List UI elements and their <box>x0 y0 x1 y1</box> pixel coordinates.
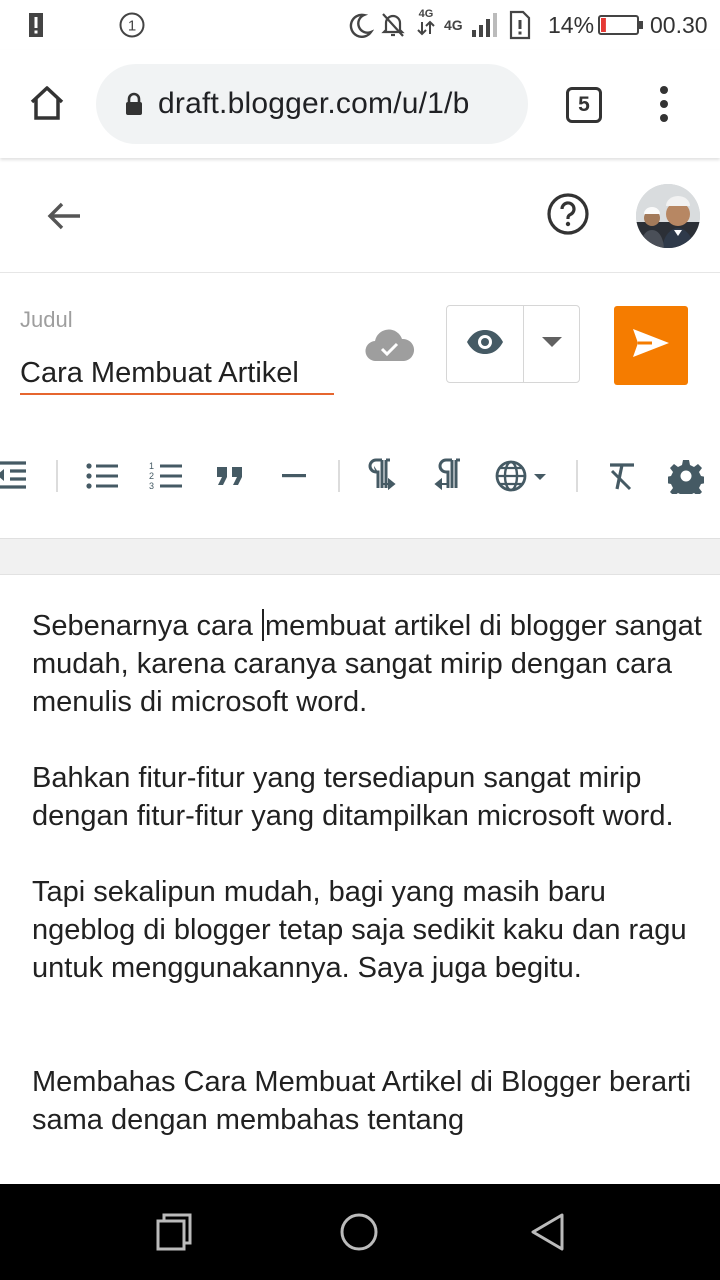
toolbar-separator <box>338 460 340 492</box>
settings-icon[interactable] <box>666 456 706 496</box>
svg-text:1: 1 <box>149 461 154 471</box>
avatar[interactable] <box>636 184 700 248</box>
home-circle-icon[interactable] <box>339 1212 379 1252</box>
signal-icon <box>470 10 500 40</box>
text-cursor <box>261 609 264 641</box>
preview-button[interactable] <box>447 306 524 382</box>
battery-fill <box>601 18 606 32</box>
moon-icon <box>348 10 374 40</box>
quote-icon[interactable] <box>210 456 250 496</box>
paragraph: Sebenarnya cara membuat artikel di blogg… <box>32 609 702 718</box>
preview-dropdown-button[interactable] <box>524 306 579 382</box>
data-arrows-icon: 4G <box>416 8 436 40</box>
toolbar-divider <box>0 538 720 575</box>
battery-icon <box>598 10 644 40</box>
editor-content[interactable]: Sebenarnya cara membuat artikel di blogg… <box>32 607 712 1139</box>
publish-button[interactable] <box>614 306 688 385</box>
alert-icon <box>26 10 46 40</box>
cloud-saved-icon <box>364 327 416 368</box>
sim-alert-icon <box>508 10 532 40</box>
clock: 00.30 <box>650 11 708 38</box>
numbered-list-icon[interactable]: 123 <box>146 456 186 496</box>
address-bar[interactable]: draft.blogger.com/u/1/b <box>96 64 528 144</box>
toolbar-separator <box>576 460 578 492</box>
notification-count: 1 <box>128 18 136 35</box>
battery-percent: 14% <box>548 11 595 38</box>
bulleted-list-icon[interactable] <box>82 456 122 496</box>
clear-format-icon[interactable] <box>602 456 642 496</box>
eye-icon <box>465 328 505 361</box>
title-input[interactable] <box>20 353 334 395</box>
horizontal-line-icon[interactable] <box>274 456 314 496</box>
system-nav-bar <box>0 1184 720 1280</box>
send-icon <box>632 328 670 363</box>
lock-icon <box>124 91 144 117</box>
toolbar-separator <box>56 460 58 492</box>
url-text: draft.blogger.com/u/1/b <box>158 87 470 120</box>
help-icon[interactable] <box>546 192 590 241</box>
back-triangle-icon[interactable] <box>528 1212 568 1252</box>
status-bar: 1 4G 4G 14% 00.30 <box>0 0 720 50</box>
language-icon[interactable] <box>494 456 550 496</box>
editor-header <box>0 160 720 273</box>
svg-text:2: 2 <box>149 471 154 481</box>
network-type-label: 4G <box>444 17 463 33</box>
preview-group <box>446 305 580 383</box>
more-vert-icon[interactable] <box>654 84 674 129</box>
post-body-editor[interactable]: Sebenarnya cara membuat artikel di blogg… <box>0 574 720 1185</box>
formatting-toolbar: 123 <box>0 430 720 518</box>
caret-down-icon <box>541 335 563 353</box>
tab-switcher-icon[interactable]: 5 <box>566 87 602 123</box>
rtl-icon[interactable] <box>428 456 468 496</box>
back-arrow-icon[interactable] <box>44 196 84 241</box>
svg-text:3: 3 <box>149 481 154 491</box>
network-label-small: 4G <box>418 8 434 20</box>
recents-icon[interactable] <box>154 1212 194 1252</box>
title-label: Judul <box>20 307 73 332</box>
outdent-icon[interactable] <box>0 456 32 496</box>
title-section: Judul <box>0 273 720 413</box>
paragraph: Bahkan fitur-fitur yang tersediapun sang… <box>32 762 674 832</box>
home-icon[interactable] <box>26 82 68 129</box>
paragraph: Tapi sekalipun mudah, bagi yang masih ba… <box>32 876 687 984</box>
browser-toolbar: draft.blogger.com/u/1/b 5 <box>0 50 720 158</box>
notification-count-icon: 1 <box>118 10 146 40</box>
ltr-icon[interactable] <box>364 456 404 496</box>
paragraph: Membahas Cara Membuat Artikel di Blogger… <box>32 1066 692 1136</box>
bell-off-icon <box>380 10 406 40</box>
